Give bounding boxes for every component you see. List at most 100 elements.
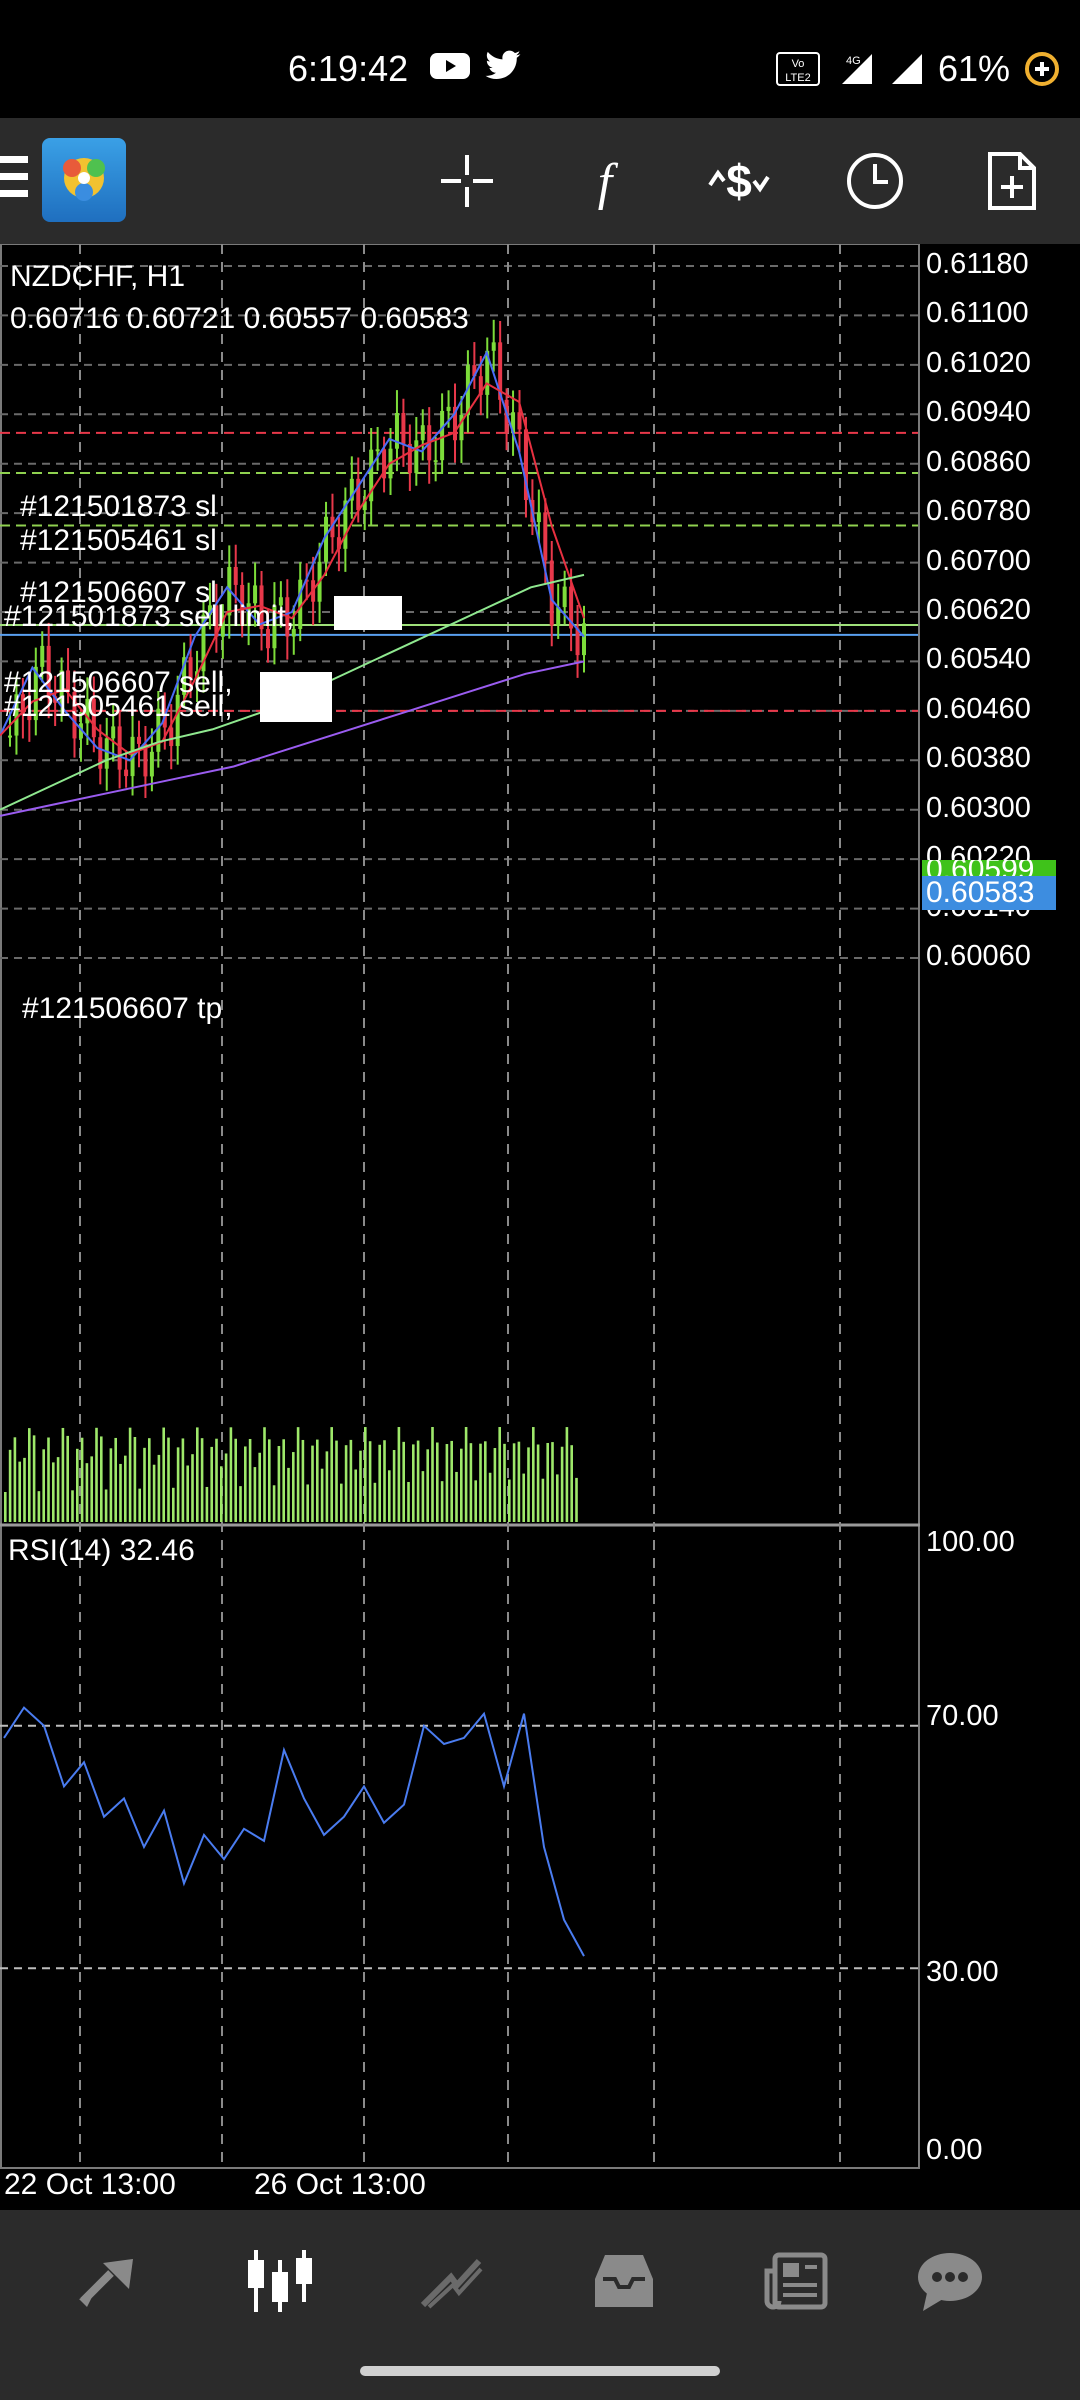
volume-bar — [229, 1427, 233, 1522]
volume-bar — [28, 1428, 31, 1522]
volume-bar — [277, 1446, 281, 1522]
redacted-box — [334, 596, 402, 630]
volume-bar — [119, 1463, 122, 1522]
volume-bar — [464, 1427, 468, 1522]
rsi-line — [3, 1706, 585, 1957]
price-axis-label: 0.60060 — [926, 940, 1031, 972]
volume-bar — [8, 1449, 12, 1522]
price-axis-label: 0.60620 — [926, 594, 1031, 626]
symbol-timeframe-label: NZDCHF, H1 — [10, 260, 186, 293]
crosshair-icon[interactable] — [422, 136, 512, 226]
volume-bar — [71, 1490, 74, 1522]
volume-bar — [196, 1427, 199, 1522]
volume-bar — [373, 1482, 377, 1522]
symbols-icon[interactable]: $ — [694, 136, 784, 226]
candle-body — [446, 406, 451, 411]
rsi-level: 0.00 — [926, 2134, 983, 2166]
volume-bar — [95, 1427, 98, 1522]
signal-strength-icon — [891, 54, 922, 84]
candle-body — [517, 412, 522, 430]
timeframe-clock-icon[interactable] — [830, 136, 920, 226]
volume-bar — [368, 1441, 372, 1522]
price-axis-label: 0.61100 — [926, 297, 1029, 330]
chart-icon[interactable] — [230, 2236, 330, 2326]
candle-body — [149, 751, 154, 777]
volume-bar — [287, 1467, 290, 1522]
chat-icon[interactable] — [900, 2236, 1000, 2326]
price-axis-label: 0.60700 — [926, 544, 1031, 577]
volume-bar — [90, 1456, 93, 1522]
volume-bar — [407, 1481, 410, 1522]
volume-bar — [445, 1444, 449, 1522]
volume-bar — [268, 1439, 271, 1522]
volume-bar — [460, 1448, 463, 1522]
new-order-icon[interactable] — [967, 136, 1057, 226]
volume-bar — [508, 1479, 511, 1522]
volume-bar — [224, 1453, 228, 1522]
volume-bar — [157, 1454, 161, 1522]
volume-bar — [100, 1436, 103, 1522]
volume-bar — [23, 1457, 26, 1522]
battery-saver-icon — [1025, 52, 1059, 86]
candle-body — [169, 727, 174, 747]
volume-bar — [205, 1486, 209, 1522]
price-chart-area[interactable]: NZDCHF, H1 0.60716 0.60721 0.60557 0.605… — [0, 244, 1080, 2210]
volume-bar — [522, 1473, 525, 1522]
volume-bar — [56, 1457, 60, 1522]
order-label: #121505461 sell, — [4, 690, 233, 723]
candle-body — [491, 342, 496, 351]
signal-4g-icon: 4G — [841, 54, 872, 84]
volume-bar — [220, 1466, 223, 1522]
order-label: #121501873 sl — [20, 490, 217, 523]
volume-bar — [76, 1448, 79, 1522]
volume-bar — [503, 1443, 506, 1522]
volume-bar — [383, 1440, 386, 1522]
volume-bar — [133, 1437, 137, 1522]
volume-bar — [258, 1452, 261, 1522]
volume-bar — [263, 1427, 266, 1522]
quotes-icon[interactable] — [58, 2236, 158, 2326]
news-icon[interactable] — [746, 2236, 846, 2326]
volume-bar — [13, 1437, 17, 1522]
indicator-function-icon[interactable]: f — [560, 136, 650, 226]
volume-bar — [551, 1442, 554, 1522]
candle-body — [8, 735, 12, 738]
current-price-tag: 0.60583 — [922, 876, 1056, 910]
volume-bar — [532, 1427, 535, 1522]
volume-bar — [517, 1441, 521, 1522]
volume-bar — [575, 1477, 578, 1522]
hamburger-menu-icon[interactable] — [0, 156, 28, 206]
history-icon[interactable] — [574, 2236, 674, 2326]
volume-bar — [450, 1440, 453, 1522]
volume-bar — [172, 1487, 175, 1522]
candle-body — [420, 425, 425, 441]
candle-body — [104, 738, 109, 769]
candle-body — [233, 566, 238, 585]
rsi-level: 30.00 — [926, 1956, 999, 1988]
price-axis-label: 0.60540 — [926, 643, 1031, 676]
volume-bar — [148, 1438, 151, 1522]
volume-bar — [484, 1441, 487, 1522]
volume-bar — [152, 1464, 156, 1522]
volume-bar — [359, 1450, 362, 1522]
candle-body — [124, 769, 129, 777]
volume-bar — [469, 1443, 473, 1522]
candle-body — [375, 449, 380, 452]
trade-icon[interactable] — [402, 2236, 502, 2326]
volume-bar — [340, 1483, 343, 1522]
volume-bar — [488, 1472, 492, 1522]
gesture-navigation-bar[interactable] — [360, 2366, 720, 2376]
volume-bar — [440, 1481, 444, 1522]
volume-bar — [344, 1445, 348, 1522]
volume-bar — [239, 1486, 242, 1522]
rsi-label: RSI(14) 32.46 — [8, 1534, 195, 1567]
volume-bar — [474, 1480, 477, 1522]
price-axis-label: 0.60300 — [926, 791, 1031, 824]
volume-bar — [311, 1445, 314, 1522]
volume-bar — [186, 1465, 189, 1522]
volume-bar — [282, 1439, 285, 1522]
volume-bar — [536, 1444, 540, 1522]
metatrader-logo[interactable] — [42, 138, 126, 222]
price-axis-label: 0.60940 — [926, 396, 1031, 429]
chart-toolbar: f $ — [0, 118, 1080, 246]
